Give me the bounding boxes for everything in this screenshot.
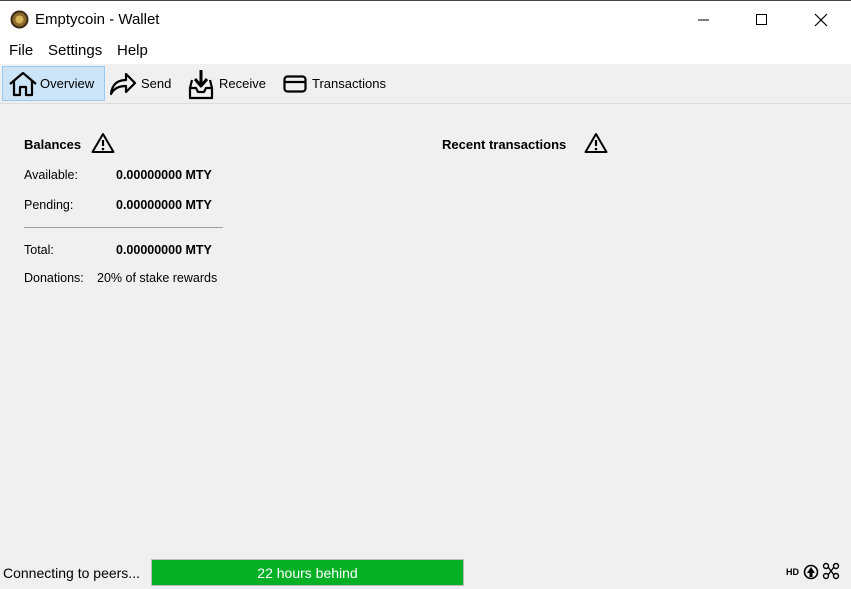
menu-file[interactable]: File xyxy=(9,42,33,59)
pending-label: Pending: xyxy=(24,198,74,212)
hd-status-label: HD xyxy=(786,567,799,577)
menu-bar: File Settings Help xyxy=(0,38,851,64)
available-value: 0.00000000 MTY xyxy=(116,168,212,182)
maximize-button[interactable] xyxy=(733,1,791,39)
recent-transactions-heading: Recent transactions xyxy=(442,137,567,152)
emptycoin-logo-icon xyxy=(10,10,29,29)
receive-tray-icon xyxy=(188,69,214,99)
minimize-button[interactable] xyxy=(675,1,733,39)
donations-label: Donations: xyxy=(24,271,84,285)
status-text: Connecting to peers... xyxy=(3,565,140,581)
window-title: Emptycoin - Wallet xyxy=(35,11,160,28)
recent-warning-icon[interactable] xyxy=(584,132,608,159)
tab-receive[interactable]: Receive xyxy=(188,66,268,101)
menu-help[interactable]: Help xyxy=(117,42,148,59)
pending-value: 0.00000000 MTY xyxy=(116,198,212,212)
balances-divider xyxy=(24,227,223,228)
tab-send-label: Send xyxy=(141,76,172,91)
toolbar: Overview Send Receive Transactions xyxy=(0,64,851,104)
sync-progress-label: 22 hours behind xyxy=(257,564,358,581)
minimize-icon xyxy=(698,19,709,21)
close-icon xyxy=(814,13,828,27)
total-value: 0.00000000 MTY xyxy=(116,243,212,257)
total-label: Total: xyxy=(24,243,54,257)
staking-status-icon[interactable] xyxy=(803,564,819,585)
tab-send[interactable]: Send xyxy=(109,66,175,101)
maximize-icon xyxy=(756,14,767,25)
menu-settings[interactable]: Settings xyxy=(48,42,102,59)
status-bar: Connecting to peers... 22 hours behind H… xyxy=(0,557,851,589)
title-bar: Emptycoin - Wallet xyxy=(0,0,851,38)
donations-value: 20% of stake rewards xyxy=(97,271,218,285)
tab-receive-label: Receive xyxy=(219,76,266,91)
tab-transactions-label: Transactions xyxy=(312,76,386,91)
network-activity-icon[interactable] xyxy=(821,562,841,585)
balances-warning-icon[interactable] xyxy=(91,132,115,159)
tab-overview[interactable]: Overview xyxy=(2,66,105,101)
tab-transactions[interactable]: Transactions xyxy=(283,66,393,101)
balances-heading: Balances xyxy=(24,137,82,152)
tab-overview-label: Overview xyxy=(40,76,95,91)
home-icon xyxy=(9,71,37,96)
close-button[interactable] xyxy=(792,1,850,39)
card-icon xyxy=(283,74,307,93)
send-arrow-icon xyxy=(109,72,137,95)
sync-progress-bar: 22 hours behind xyxy=(151,559,464,586)
available-label: Available: xyxy=(24,168,78,182)
